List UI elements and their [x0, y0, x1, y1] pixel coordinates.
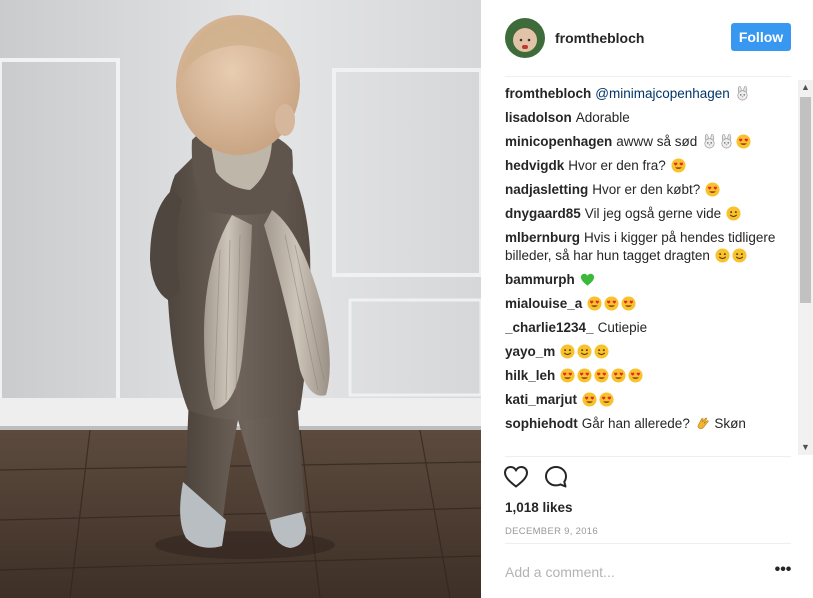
- comment-bubble-icon[interactable]: [543, 464, 569, 490]
- comment-username[interactable]: nadjasletting: [505, 182, 588, 197]
- heart-eyes-emoji-icon: [705, 182, 720, 197]
- divider: [505, 76, 791, 77]
- comment-item: fromthebloch @minimajcopenhagen: [505, 85, 793, 103]
- heart-icon[interactable]: [503, 464, 529, 490]
- post-details-panel: fromthebloch Follow fromthebloch @minimaj…: [481, 0, 813, 598]
- comment-text: Cutiepie: [597, 320, 648, 335]
- comment-item: hilk_leh: [505, 367, 793, 385]
- heart-eyes-emoji-icon: [604, 296, 619, 311]
- rabbit-face-emoji-icon: [737, 86, 748, 101]
- comment-item: lisadolson Adorable: [505, 109, 793, 127]
- heart-eyes-emoji-icon: [611, 368, 626, 383]
- comment-username[interactable]: bammurph: [505, 272, 575, 287]
- heart-eyes-emoji-icon: [621, 296, 636, 311]
- comment-item: nadjasletting Hvor er den købt?: [505, 181, 793, 199]
- rabbit-face-emoji-icon: [704, 134, 715, 149]
- comment-item: _charlie1234_ Cutiepie: [505, 319, 793, 337]
- scroll-down-icon[interactable]: ▼: [798, 440, 813, 455]
- comment-username[interactable]: hilk_leh: [505, 368, 555, 383]
- comment-username[interactable]: dnygaard85: [505, 206, 581, 221]
- divider: [505, 543, 791, 544]
- more-options-icon[interactable]: •••: [773, 562, 793, 582]
- comment-username[interactable]: hedvigdk: [505, 158, 564, 173]
- avatar-image: [505, 18, 545, 58]
- comment-username[interactable]: fromthebloch: [505, 86, 591, 101]
- comment-item: sophiehodt Går han allerede? Skøn: [505, 415, 793, 433]
- heart-eyes-emoji-icon: [671, 158, 686, 173]
- rabbit-face-emoji-icon: [721, 134, 732, 149]
- comment-username[interactable]: minicopenhagen: [505, 134, 612, 149]
- smile-emoji-icon: [560, 344, 575, 359]
- comment-item: hedvigdk Hvor er den fra?: [505, 157, 793, 175]
- comment-text: Vil jeg også gerne vide: [584, 206, 722, 221]
- heart-eyes-emoji-icon: [628, 368, 643, 383]
- scroll-up-icon[interactable]: ▲: [798, 80, 813, 95]
- comment-text-after: Skøn: [710, 416, 746, 431]
- heart-eyes-emoji-icon: [594, 368, 609, 383]
- heart-eyes-emoji-icon: [560, 368, 575, 383]
- comment-username[interactable]: mialouise_a: [505, 296, 582, 311]
- smile-emoji-icon: [726, 206, 741, 221]
- comment-item: bammurph: [505, 271, 793, 289]
- comment-item: mialouise_a: [505, 295, 793, 313]
- comment-item: kati_marjut: [505, 391, 793, 409]
- post-date: DECEMBER 9, 2016: [505, 526, 598, 537]
- smile-emoji-icon: [577, 344, 592, 359]
- heart-eyes-emoji-icon: [587, 296, 602, 311]
- comment-username[interactable]: sophiehodt: [505, 416, 578, 431]
- post-header: fromthebloch Follow: [481, 0, 813, 76]
- comment-text: Hvor er den købt?: [592, 182, 701, 197]
- heart-eyes-emoji-icon: [736, 134, 751, 149]
- comments-scrollbar[interactable]: ▲ ▼: [798, 80, 813, 455]
- avatar[interactable]: [505, 18, 545, 58]
- post-photo[interactable]: [0, 0, 481, 598]
- photo-image: [0, 0, 481, 598]
- comment-item: yayo_m: [505, 343, 793, 361]
- comment-item: mlbernburg Hvis i kigger på hendes tidlig…: [505, 229, 793, 265]
- smile-emoji-icon: [715, 248, 730, 263]
- comment-text: awww så sød: [616, 134, 698, 149]
- heart-eyes-emoji-icon: [577, 368, 592, 383]
- comment-username[interactable]: lisadolson: [505, 110, 572, 125]
- comment-username[interactable]: kati_marjut: [505, 392, 577, 407]
- comment-username[interactable]: mlbernburg: [505, 230, 580, 245]
- divider: [505, 456, 791, 457]
- comment-username[interactable]: _charlie1234_: [505, 320, 594, 335]
- comment-username[interactable]: yayo_m: [505, 344, 555, 359]
- green-heart-emoji-icon: [580, 273, 594, 286]
- comment-text: Adorable: [575, 110, 630, 125]
- comments-list[interactable]: fromthebloch @minimajcopenhagen lisadolso…: [505, 85, 793, 455]
- likes-count[interactable]: 1,018 likes: [505, 500, 573, 515]
- comment-item: minicopenhagen awww så sød: [505, 133, 793, 151]
- comment-text: Går han allerede?: [581, 416, 690, 431]
- smile-emoji-icon: [732, 248, 747, 263]
- smile-emoji-icon: [594, 344, 609, 359]
- heart-eyes-emoji-icon: [582, 392, 597, 407]
- scrollbar-thumb[interactable]: [800, 97, 811, 303]
- follow-button[interactable]: Follow: [731, 23, 791, 51]
- comment-text: Hvor er den fra?: [568, 158, 666, 173]
- heart-eyes-emoji-icon: [599, 392, 614, 407]
- comment-mention-link[interactable]: @minimajcopenhagen: [595, 86, 730, 101]
- comment-item: dnygaard85 Vil jeg også gerne vide: [505, 205, 793, 223]
- clap-emoji-icon: [697, 417, 709, 429]
- header-username[interactable]: fromthebloch: [555, 30, 644, 46]
- add-comment-input[interactable]: [505, 561, 745, 583]
